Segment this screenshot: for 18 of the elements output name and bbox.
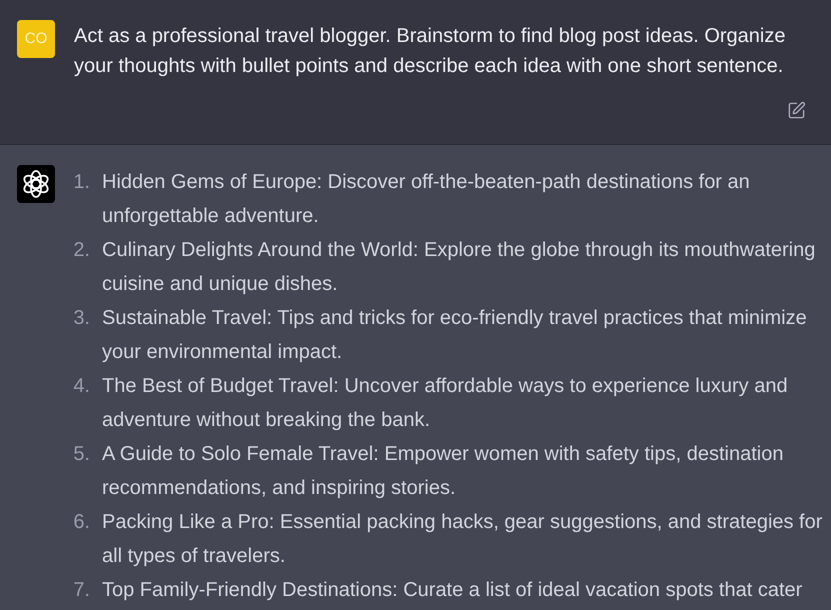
list-number: 4.	[72, 374, 90, 399]
list-number: 5.	[72, 442, 90, 467]
list-number: 3.	[72, 306, 90, 331]
blog-idea-text: Hidden Gems of Europe: Discover off-the-beaten-path destinations for an unforgettable adventure.	[102, 170, 751, 229]
blog-idea-text: A Guide to Solo Female Travel: Empower women with safety tips, destination recommendations, and inspiring stories.	[102, 442, 784, 501]
user-avatar: CO	[17, 20, 55, 58]
blog-idea-text: Packing Like a Pro: Essential packing hacks, gear suggestions, and strategies for all types of travelers.	[102, 510, 824, 569]
blog-idea-text: Culinary Delights Around the World: Explore the globe through its mouthwatering cuisine and unique dishes.	[102, 238, 816, 297]
list-number: 7.	[72, 578, 90, 603]
edit-icon[interactable]	[786, 100, 806, 120]
blog-idea-text: Top Family-Friendly Destinations: Curate a list of ideal vacation spots that cater	[102, 578, 804, 603]
list-number: 2.	[72, 238, 90, 263]
assistant-logo-icon	[17, 165, 55, 203]
blog-idea-text: Sustainable Travel: Tips and tricks for eco-friendly travel practices that minimize your environmental impact.	[102, 306, 808, 365]
user-prompt-text: Act as a professional travel blogger. Brainstorm to find blog post ideas. Organize your thoughts with bullet points and describe each idea with one short sentence.	[74, 24, 786, 79]
list-number: 6.	[72, 510, 90, 535]
blog-idea-text: The Best of Budget Travel: Uncover affordable ways to experience luxury and adventure without breaking the bank.	[102, 374, 789, 433]
list-number: 1.	[72, 170, 90, 195]
